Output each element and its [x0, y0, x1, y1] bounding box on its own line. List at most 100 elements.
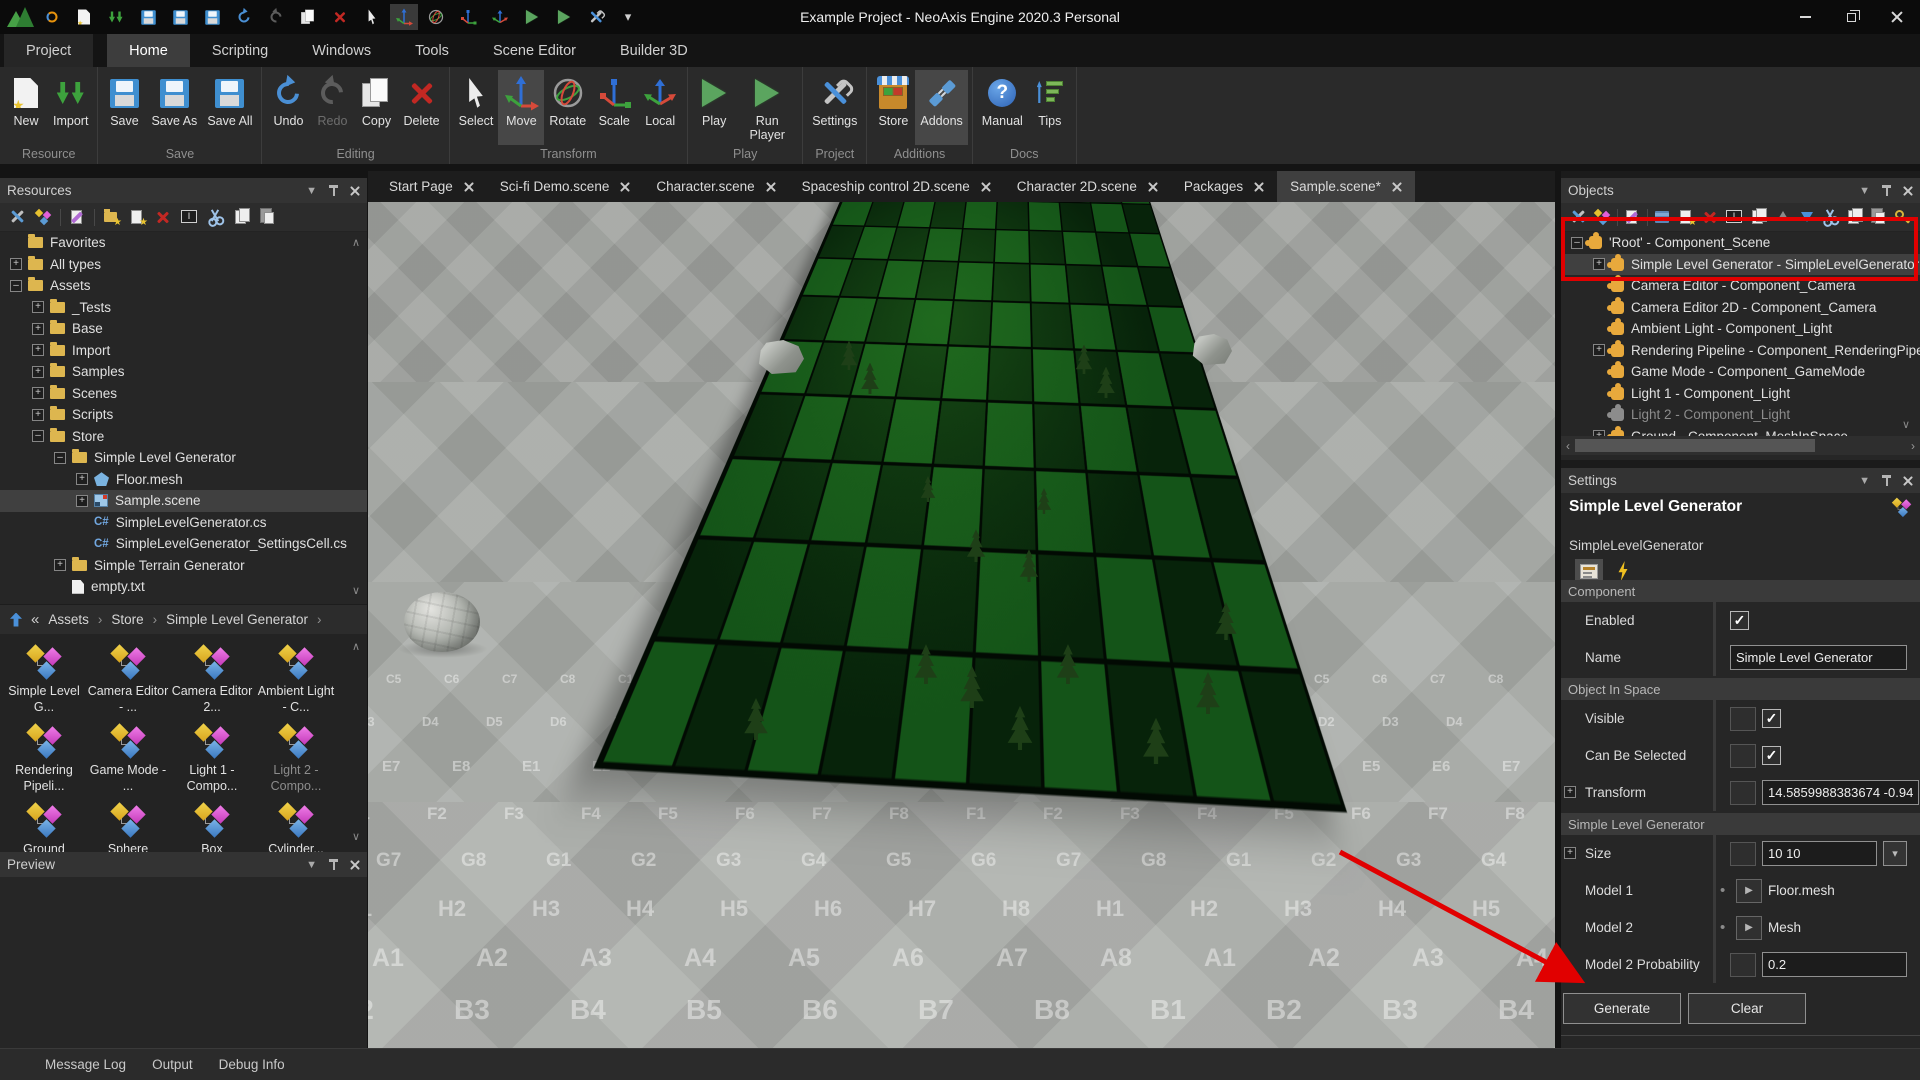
objects-move-up-icon[interactable]	[1773, 208, 1792, 226]
expand-icon[interactable]: +	[76, 473, 88, 485]
expand-icon[interactable]: +	[32, 323, 44, 335]
asset-tile[interactable]: Cylinder...	[254, 796, 338, 852]
close-icon[interactable]	[1254, 182, 1264, 192]
breadcrumb-item[interactable]: Store	[111, 612, 143, 627]
objects-tree-item[interactable]: Camera Editor 2D - Component_Camera	[1561, 297, 1920, 319]
text-input[interactable]: Simple Level Generator	[1730, 645, 1907, 670]
close-icon[interactable]	[620, 182, 630, 192]
default-value-box[interactable]	[1730, 953, 1756, 977]
objects-rename-icon[interactable]: I	[1725, 208, 1744, 226]
collapse-icon[interactable]: –	[1571, 237, 1583, 249]
back-icon[interactable]: «	[31, 611, 39, 628]
objects-copy-icon[interactable]	[1749, 208, 1768, 226]
save-all-icon[interactable]	[198, 4, 226, 30]
resources-tree-item[interactable]: +Sample.scene	[0, 490, 367, 512]
resources-edit-icon[interactable]	[68, 208, 87, 226]
rotate-icon[interactable]	[422, 4, 450, 30]
save-icon[interactable]	[166, 4, 194, 30]
chevron-down-icon[interactable]: ▼	[306, 859, 317, 871]
objects-components-icon[interactable]	[1593, 208, 1612, 226]
resources-tree-item[interactable]: Favorites	[0, 232, 367, 254]
scroll-up-icon[interactable]: ∧	[348, 236, 364, 249]
objects-cut-icon[interactable]	[1821, 208, 1840, 226]
objects-tree-item[interactable]: –'Root' - Component_Scene	[1561, 232, 1920, 254]
asset-tile[interactable]: Sphere	[86, 796, 170, 852]
new-button[interactable]: ★New	[4, 70, 48, 145]
objects-tree-item[interactable]: Light 2 - Component_Light	[1561, 404, 1920, 426]
expand-icon[interactable]: +	[32, 301, 44, 313]
objects-tree-item[interactable]: +Ground - Component_MeshInSpace	[1561, 426, 1920, 437]
expand-icon[interactable]: +	[1564, 847, 1576, 859]
scroll-down-icon[interactable]: ∨	[1898, 418, 1914, 431]
resources-tree-item[interactable]: –Store	[0, 426, 367, 448]
move-button[interactable]: Move	[498, 70, 544, 145]
tab-home[interactable]: Home	[107, 34, 190, 67]
expand-icon[interactable]: +	[32, 366, 44, 378]
resources-tree-item[interactable]: +Scenes	[0, 383, 367, 405]
objects-paste-icon[interactable]	[1869, 208, 1888, 226]
pin-icon[interactable]	[329, 859, 338, 871]
close-button[interactable]	[1874, 2, 1920, 32]
document-tab[interactable]: Packages	[1171, 171, 1277, 202]
undo-icon[interactable]	[230, 4, 258, 30]
asset-tile[interactable]: Ground	[2, 796, 86, 852]
scroll-down-icon[interactable]: ∨	[348, 584, 364, 597]
default-value-box[interactable]	[1730, 744, 1756, 768]
resources-rename-icon[interactable]: I	[180, 208, 199, 226]
expand-icon[interactable]: +	[1564, 786, 1576, 798]
text-input[interactable]: 10 10	[1762, 841, 1877, 866]
tab-scene-editor[interactable]: Scene Editor	[471, 34, 598, 67]
expand-reference-button[interactable]: ▶	[1736, 879, 1762, 903]
close-icon[interactable]	[1148, 182, 1158, 192]
store-button[interactable]: Store	[871, 70, 915, 145]
new-icon[interactable]: ★	[70, 4, 98, 30]
resources-folder-new-icon[interactable]: ★	[102, 208, 121, 226]
objects-hscrollbar[interactable]: ‹ ›	[1561, 436, 1920, 455]
objects-delete-icon[interactable]	[1701, 208, 1720, 226]
resources-tools-icon[interactable]	[8, 208, 27, 226]
dropdown-button[interactable]: ▾	[1883, 841, 1907, 866]
tab-project[interactable]: Project	[4, 34, 93, 67]
scroll-right-icon[interactable]: ›	[1906, 439, 1920, 453]
objects-copy-icon[interactable]	[1845, 208, 1864, 226]
objects-search-icon[interactable]	[1893, 208, 1912, 226]
minimize-button[interactable]	[1782, 2, 1828, 32]
rotate-button[interactable]: Rotate	[544, 70, 591, 145]
resources-tree-item[interactable]: –Simple Level Generator	[0, 447, 367, 469]
resources-tree-item[interactable]: C#SimpleLevelGenerator_SettingsCell.cs	[0, 533, 367, 555]
text-input[interactable]: 0.2	[1762, 952, 1907, 977]
checkbox[interactable]: ✓	[1762, 709, 1781, 728]
document-tab[interactable]: Start Page	[376, 171, 487, 202]
breadcrumb-item[interactable]: Assets	[48, 612, 89, 627]
caret-icon[interactable]: ▾	[614, 4, 642, 30]
expand-icon[interactable]: +	[10, 258, 22, 270]
document-tab[interactable]: Sci-fi Demo.scene	[487, 171, 644, 202]
clear-button[interactable]: Clear	[1688, 993, 1806, 1024]
delete-button[interactable]: Delete	[398, 70, 444, 145]
scale-icon[interactable]	[454, 4, 482, 30]
document-tab[interactable]: Sample.scene*	[1277, 171, 1415, 202]
resources-tree-item[interactable]: –Assets	[0, 275, 367, 297]
expand-icon[interactable]: +	[76, 495, 88, 507]
save-icon[interactable]	[134, 4, 162, 30]
local-icon[interactable]	[486, 4, 514, 30]
pin-icon[interactable]	[1882, 475, 1891, 487]
objects-edit-icon[interactable]	[1623, 208, 1642, 226]
objects-tools-icon[interactable]	[1569, 208, 1588, 226]
collapse-icon[interactable]: –	[32, 430, 44, 442]
scale-button[interactable]: Scale	[591, 70, 637, 145]
copy-button[interactable]: Copy	[354, 70, 398, 145]
default-value-box[interactable]	[1730, 842, 1756, 866]
objects-tree-item[interactable]: Light 1 - Component_Light	[1561, 383, 1920, 405]
document-tab[interactable]: Character 2D.scene	[1004, 171, 1171, 202]
status-tab-message-log[interactable]: Message Log	[45, 1057, 126, 1072]
scroll-left-icon[interactable]: ‹	[1561, 439, 1575, 453]
move-icon[interactable]	[390, 4, 418, 30]
asset-tile[interactable]: Game Mode - ...	[86, 717, 170, 796]
close-icon[interactable]	[1392, 182, 1402, 192]
save-button[interactable]: Save	[102, 70, 146, 145]
tab-tools[interactable]: Tools	[393, 34, 471, 67]
import-icon[interactable]	[102, 4, 130, 30]
default-value-box[interactable]	[1730, 781, 1756, 805]
asset-tile[interactable]: Light 1 - Compo...	[170, 717, 254, 796]
